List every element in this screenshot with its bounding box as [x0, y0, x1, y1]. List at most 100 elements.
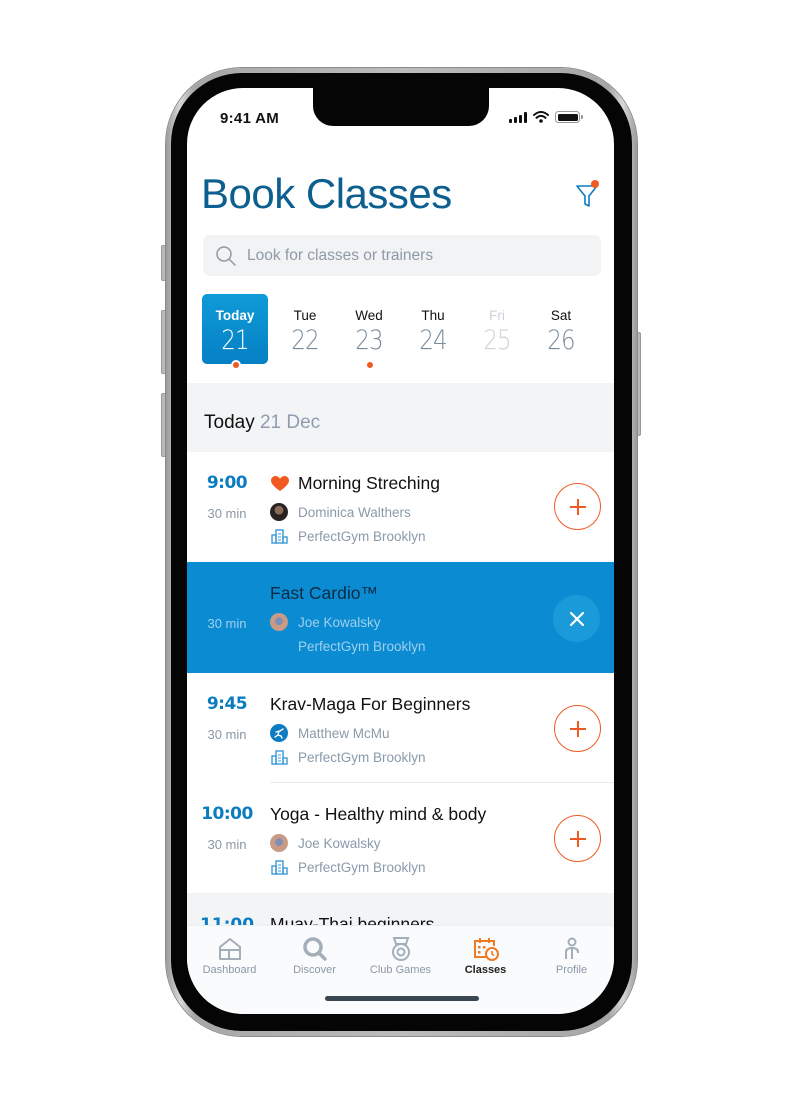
location-name: PerfectGym Brooklyn — [298, 859, 426, 875]
day-thu[interactable]: Thu 24 — [400, 294, 466, 364]
tab-label: Discover — [293, 964, 336, 976]
page-title: Book Classes — [201, 170, 452, 217]
class-trainer: Joe Kowalsky — [270, 834, 381, 852]
class-indicator-dot — [231, 360, 241, 370]
tab-profile[interactable]: Profile — [529, 926, 614, 982]
wifi-icon — [533, 111, 549, 123]
search-input[interactable] — [247, 246, 587, 265]
class-indicator-dot — [365, 360, 375, 370]
cancel-booking-button[interactable] — [553, 595, 600, 642]
search-icon — [302, 937, 327, 961]
class-location: PerfectGym Brooklyn — [270, 858, 426, 876]
class-row[interactable]: 10:00 30 min Yoga - Healthy mind & body … — [187, 783, 614, 893]
location-name: PerfectGym Brooklyn — [298, 528, 426, 544]
class-row[interactable]: 9:00 30 min Morning Streching Dominica W… — [187, 452, 614, 562]
class-time: 9:00 — [206, 473, 248, 493]
filter-badge — [591, 180, 599, 188]
class-duration: 30 min — [207, 837, 247, 852]
section-date-header: Today 21 Dec — [204, 412, 320, 434]
filter-button[interactable] — [575, 180, 603, 208]
search-icon — [216, 245, 236, 266]
plus-icon — [569, 498, 586, 515]
house-icon — [218, 938, 241, 960]
tab-label: Classes — [464, 964, 507, 976]
battery-icon — [555, 111, 583, 123]
tab-club-games[interactable]: Club Games — [358, 926, 443, 982]
runner-icon — [273, 727, 284, 739]
bottom-tab-bar: Dashboard Discover Club Games Classes Pr… — [187, 925, 614, 1014]
tab-discover[interactable]: Discover — [272, 926, 357, 982]
trainer-avatar — [270, 724, 288, 742]
day-fri: Fri 25 — [464, 294, 530, 364]
building-icon — [270, 859, 288, 875]
class-location: PerfectGym Brooklyn — [270, 527, 426, 545]
trainer-avatar — [270, 503, 288, 521]
book-class-button[interactable] — [554, 705, 601, 752]
day-number: 26 — [547, 325, 575, 356]
class-title: Krav-Maga For Beginners — [270, 694, 471, 714]
notch — [313, 88, 489, 126]
search-bar[interactable] — [203, 235, 601, 276]
section-label: Today — [204, 412, 255, 433]
trainer-avatar — [270, 834, 288, 852]
day-tue[interactable]: Tue 22 — [272, 294, 338, 364]
medal-icon — [391, 937, 410, 961]
book-class-button[interactable] — [554, 483, 601, 530]
close-icon — [569, 611, 584, 626]
cellular-signal-icon — [509, 111, 527, 123]
class-title: Fast Cardio™ — [270, 583, 378, 603]
day-name: Today — [215, 308, 255, 323]
class-time: 9:45 — [206, 694, 248, 714]
day-wed[interactable]: Wed 23 — [336, 294, 402, 370]
building-icon — [270, 749, 288, 765]
book-class-button[interactable] — [554, 815, 601, 862]
tab-label: Profile — [555, 964, 588, 976]
class-duration: 30 min — [207, 506, 247, 521]
day-name: Tue — [293, 308, 317, 323]
day-name: Wed — [355, 308, 383, 323]
plus-icon — [569, 720, 586, 737]
class-location: PerfectGym Brooklyn — [270, 748, 426, 766]
trainer-name: Dominica Walthers — [298, 504, 411, 520]
class-row[interactable]: 9:45 30 min Krav-Maga For Beginners Matt… — [187, 673, 614, 783]
day-name: Sat — [550, 308, 572, 323]
class-location: PerfectGym Brooklyn — [270, 637, 426, 655]
trainer-name: Matthew McMu — [298, 725, 390, 741]
trainer-avatar — [270, 613, 288, 631]
person-icon — [564, 937, 579, 959]
day-number: 24 — [419, 325, 447, 356]
day-number: 22 — [291, 325, 319, 356]
calendar-clock-icon — [473, 938, 499, 961]
day-selector: Today 21 Tue 22 Wed 23 Thu 24 Fri 25 Sat… — [187, 294, 614, 374]
class-trainer: Joe Kowalsky — [270, 613, 381, 631]
class-row-booked[interactable]: 30 min Fast Cardio™ Joe Kowalsky Perfect… — [187, 562, 614, 673]
plus-icon — [569, 830, 586, 847]
building-icon — [270, 528, 288, 544]
day-sat[interactable]: Sat 26 — [528, 294, 594, 364]
tab-dashboard[interactable]: Dashboard — [187, 926, 272, 982]
day-number: 25 — [483, 325, 511, 356]
class-list: Today 21 Dec 9:00 30 min Morning Strechi… — [187, 383, 614, 943]
location-name: PerfectGym Brooklyn — [298, 638, 426, 654]
day-number: 23 — [355, 325, 383, 356]
class-duration: 30 min — [207, 727, 247, 742]
day-name: Thu — [421, 308, 445, 323]
app-screen: 9:41 AM Book Classes Today 21 — [187, 88, 614, 1014]
class-trainer: Dominica Walthers — [270, 503, 411, 521]
section-date: 21 Dec — [259, 412, 321, 433]
status-icons — [509, 111, 583, 123]
day-today[interactable]: Today 21 — [202, 294, 268, 370]
tab-label: Club Games — [369, 964, 432, 976]
class-time: 10:00 — [201, 804, 253, 824]
status-time: 9:41 AM — [220, 110, 280, 127]
tab-classes[interactable]: Classes — [443, 926, 528, 982]
heart-icon — [271, 476, 289, 491]
class-title: Yoga - Healthy mind & body — [270, 804, 487, 824]
trainer-name: Joe Kowalsky — [298, 614, 381, 630]
class-title: Morning Streching — [298, 473, 441, 493]
home-indicator[interactable] — [325, 996, 479, 1001]
day-number: 21 — [221, 325, 249, 356]
class-duration: 30 min — [207, 616, 247, 631]
location-name: PerfectGym Brooklyn — [298, 749, 426, 765]
trainer-name: Joe Kowalsky — [298, 835, 381, 851]
